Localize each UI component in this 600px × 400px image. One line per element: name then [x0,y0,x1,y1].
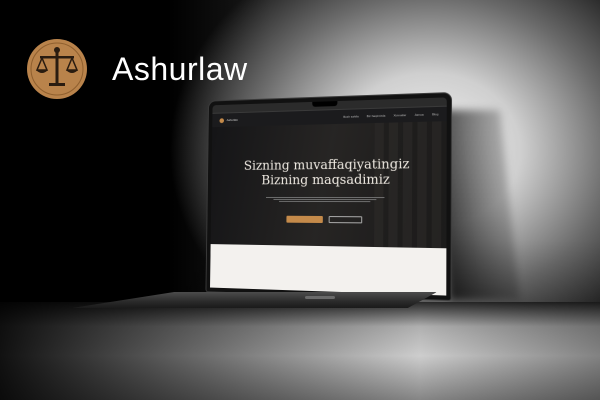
brand-lockup: Ashurlaw [26,38,248,100]
scales-of-justice-icon [27,39,87,99]
ledge-shading [0,302,600,400]
secondary-cta-button[interactable] [328,216,363,224]
laptop-lid: Ashurlaw Bosh sahifa Biz haqimizda Xizma… [206,93,452,300]
hero-subtitle-placeholder [266,196,385,203]
hero-section: Sizning muvaffaqiyatingiz Bizning maqsad… [210,121,447,249]
mockup-scene: Ashurlaw Ashurlaw Bosh sahifa Biz haqimi… [0,0,600,400]
content-section [210,244,447,296]
site-logo-icon[interactable] [219,117,225,123]
nav-links: Bosh sahifa Biz haqimizda Xizmatlar Jamo… [343,112,438,119]
primary-cta-button[interactable] [286,215,323,224]
nav-link-team[interactable]: Jamoa [414,113,423,117]
nav-link-about[interactable]: Biz haqimizda [367,114,386,119]
hero-title-line2: Bizning maqsadimiz [261,172,390,189]
camera-notch [312,101,338,107]
hero-buttons [211,215,447,224]
hero-title: Sizning muvaffaqiyatingiz Bizning maqsad… [211,156,446,188]
laptop-trackpad-lip [305,296,335,299]
site-brand[interactable]: Ashurlaw [227,118,238,122]
brand-name: Ashurlaw [112,50,248,87]
laptop-screen: Ashurlaw Bosh sahifa Biz haqimizda Xizma… [210,97,447,296]
nav-link-home[interactable]: Bosh sahifa [343,114,358,118]
nav-link-blog[interactable]: Blog [432,112,438,116]
nav-link-services[interactable]: Xizmatlar [393,113,406,117]
